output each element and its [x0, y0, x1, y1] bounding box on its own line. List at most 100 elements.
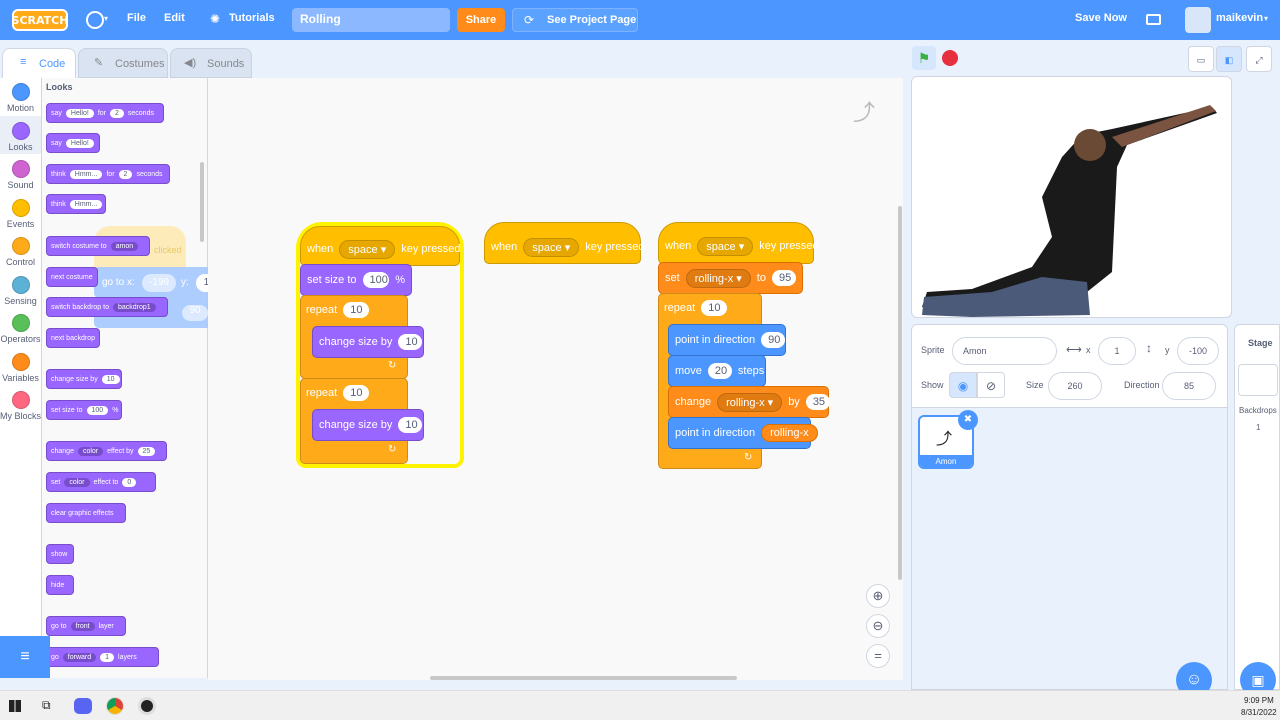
large-stage-button[interactable]: ◧ [1216, 46, 1242, 72]
sprite-name-input[interactable]: Amon [952, 337, 1057, 365]
scratch-logo[interactable]: SCRATCH [12, 9, 68, 31]
menu-file[interactable]: File [127, 12, 146, 24]
tab-sounds[interactable]: Sounds [170, 48, 252, 78]
tab-costumes[interactable]: Costumes [78, 48, 168, 78]
repeat-count-input[interactable]: 10 [343, 302, 370, 318]
size-input[interactable]: 10 [398, 334, 423, 350]
next-backdrop-block[interactable]: next backdrop [46, 328, 100, 348]
menu-tutorials[interactable]: Tutorials [229, 12, 275, 24]
variable-dropdown[interactable]: rolling-x ▾ [717, 392, 783, 412]
stop-button[interactable] [942, 50, 958, 66]
message-input[interactable]: Hmm... [69, 199, 103, 209]
hide-block[interactable]: hide [46, 575, 74, 595]
effect-input[interactable]: 0 [122, 477, 137, 487]
obs-app-icon[interactable] [138, 697, 156, 715]
change-variable-block[interactable]: change rolling-x ▾ by 35 [668, 386, 830, 418]
secs-input[interactable]: 2 [118, 169, 133, 179]
repeat-count-input[interactable]: 10 [701, 300, 728, 316]
chevron-down-icon[interactable]: ▾ [1264, 14, 1268, 23]
task-view-icon[interactable]: ⧉ [42, 698, 51, 713]
change-effect-block[interactable]: change color effect by 25 [46, 441, 167, 461]
globe-icon[interactable] [86, 11, 104, 29]
say-block[interactable]: say Hello! [46, 133, 100, 153]
zoom-in-button[interactable]: ⊕ [866, 584, 890, 608]
key-dropdown[interactable]: space ▾ [523, 237, 580, 257]
category-my-blocks[interactable]: My Blocks [0, 391, 41, 421]
size-input[interactable]: 260 [1048, 372, 1102, 400]
go-to-layer-block[interactable]: go to front layer [46, 616, 126, 636]
category-sensing[interactable]: Sensing [0, 275, 41, 306]
chrome-app-icon[interactable] [106, 697, 124, 715]
switch-costume-block[interactable]: switch costume to amon [46, 236, 150, 256]
workspace-h-scrollbar[interactable] [430, 676, 737, 680]
green-flag-button[interactable]: ⚑ [912, 46, 936, 70]
zoom-out-button[interactable]: ⊖ [866, 614, 890, 638]
repeat-count-input[interactable]: 10 [343, 385, 370, 401]
fullscreen-button[interactable]: ⤢ [1246, 46, 1272, 72]
layers-input[interactable]: 1 [100, 652, 115, 662]
move-steps-block[interactable]: move 20 steps [668, 355, 766, 387]
set-size-block[interactable]: set size to 100% [46, 400, 122, 420]
tab-code[interactable]: Code [2, 48, 76, 78]
category-sound[interactable]: Sound [0, 160, 41, 190]
username[interactable]: maikevin [1216, 12, 1263, 24]
menu-edit[interactable]: Edit [164, 12, 185, 24]
message-input[interactable]: Hello! [65, 108, 94, 118]
key-dropdown[interactable]: space ▾ [339, 239, 396, 259]
set-size-block[interactable]: set size to 100% [300, 264, 412, 296]
costume-dropdown[interactable]: amon [110, 241, 139, 251]
next-costume-block[interactable]: next costume [46, 267, 98, 287]
variable-reporter[interactable]: rolling-x [761, 424, 818, 442]
workspace-v-scrollbar[interactable] [898, 206, 902, 580]
delete-sprite-icon[interactable]: ✖ [958, 410, 978, 430]
category-events[interactable]: Events [0, 198, 41, 229]
think-block[interactable]: think Hmm... [46, 194, 106, 214]
small-stage-button[interactable]: ▭ [1188, 46, 1214, 72]
change-size-block[interactable]: change size by 10 [312, 326, 424, 358]
message-input[interactable]: Hello! [65, 138, 94, 148]
x-input[interactable]: 1 [1098, 337, 1136, 365]
value-input[interactable]: 95 [771, 270, 796, 286]
variable-dropdown[interactable]: rolling-x ▾ [685, 268, 751, 288]
category-operators[interactable]: Operators [0, 314, 41, 344]
when-key-pressed-block[interactable]: when space ▾ key pressed [300, 226, 461, 266]
palette-scrollbar[interactable] [200, 162, 204, 242]
category-control[interactable]: Control [0, 237, 41, 267]
when-key-pressed-block[interactable]: when space ▾ key pressed [484, 222, 645, 264]
show-hidden-button[interactable]: ⊘ [977, 372, 1005, 398]
message-input[interactable]: Hmm... [69, 169, 103, 179]
size-input[interactable]: 100 [86, 405, 109, 415]
go-layers-block[interactable]: go forward 1 layers [46, 647, 159, 667]
point-in-direction-block[interactable]: point in direction 90 [668, 324, 786, 356]
lightbulb-icon[interactable]: ✺ [210, 12, 220, 26]
category-looks[interactable]: Looks [0, 121, 41, 152]
windows-start-icon[interactable] [9, 700, 21, 712]
stage-canvas[interactable] [911, 76, 1232, 318]
effect-dropdown[interactable]: color [64, 477, 90, 487]
say-for-secs-block[interactable]: say Hello! for 2 seconds [46, 103, 164, 123]
secs-input[interactable]: 2 [109, 108, 124, 118]
set-variable-block[interactable]: set rolling-x ▾ to 95 [658, 262, 803, 294]
size-input[interactable]: 10 [101, 374, 120, 384]
steps-input[interactable]: 20 [707, 363, 732, 379]
stage-thumbnail[interactable] [1238, 364, 1278, 396]
direction-input[interactable]: 85 [1162, 372, 1216, 400]
show-visible-button[interactable]: ◉ [949, 372, 977, 398]
extension-button[interactable]: ≡ [0, 636, 50, 678]
direction-input[interactable]: 90 [761, 332, 786, 348]
effect-input[interactable]: 25 [137, 446, 156, 456]
when-key-pressed-block[interactable]: when space ▾ key pressed [658, 222, 819, 264]
think-for-secs-block[interactable]: think Hmm... for 2 seconds [46, 164, 170, 184]
category-variables[interactable]: Variables [0, 352, 41, 383]
direction-dropdown[interactable]: forward [62, 652, 97, 662]
clear-effects-block[interactable]: clear graphic effects [46, 503, 126, 523]
save-now-button[interactable]: Save Now [1075, 12, 1127, 24]
y-input[interactable]: -100 [1177, 337, 1219, 365]
layer-dropdown[interactable]: front [70, 621, 95, 631]
key-dropdown[interactable]: space ▾ [697, 236, 754, 256]
set-effect-block[interactable]: set color effect to 0 [46, 472, 156, 492]
avatar[interactable] [1185, 7, 1211, 33]
backdrop-dropdown[interactable]: backdrop1 [112, 302, 156, 312]
project-title-input[interactable]: Rolling [292, 8, 450, 32]
value-input[interactable]: 35 [805, 394, 830, 410]
